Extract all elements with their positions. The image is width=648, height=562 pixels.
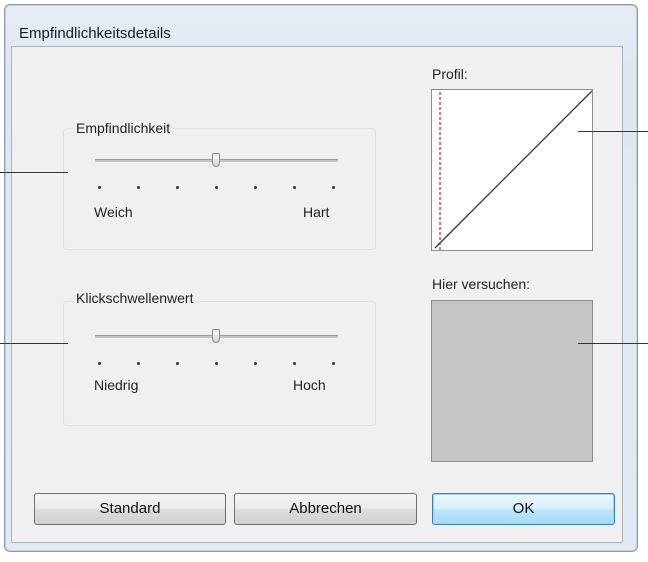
profile-graph: [431, 89, 593, 251]
sensitivity-callout-line: [0, 172, 68, 173]
profile-curve: [434, 90, 593, 249]
profile-curve-svg: [434, 90, 593, 250]
click-threshold-group: [63, 301, 376, 426]
sensitivity-tick: [293, 186, 296, 189]
ok-button[interactable]: OK: [432, 493, 615, 525]
sensitivity-tick: [254, 186, 257, 189]
try-area-label: Hier versuchen:: [432, 276, 531, 292]
click-threshold-tick: [98, 362, 101, 365]
window-title: Empfindlichkeitsdetails: [19, 25, 171, 42]
sensitivity-tick: [332, 186, 335, 189]
try-area-callout-line: [578, 343, 648, 344]
click-threshold-label: Klickschwellenwert: [74, 290, 196, 306]
profile-callout-line: [578, 131, 648, 132]
click-threshold-tick: [293, 362, 296, 365]
sensitivity-tick: [98, 186, 101, 189]
click-threshold-tick: [215, 362, 218, 365]
click-threshold-slider-thumb[interactable]: [212, 329, 220, 343]
sensitivity-slider-thumb[interactable]: [212, 153, 220, 167]
standard-button[interactable]: Standard: [34, 493, 226, 525]
sensitivity-min-label: Weich: [94, 204, 133, 220]
sensitivity-label: Empfindlichkeit: [74, 120, 173, 136]
sensitivity-max-label: Hart: [303, 204, 330, 220]
click-threshold-tick: [332, 362, 335, 365]
sensitivity-tick: [176, 186, 179, 189]
click-threshold-tick: [137, 362, 140, 365]
sensitivity-tick: [215, 186, 218, 189]
sensitivity-group: [63, 128, 376, 250]
try-here-area[interactable]: [431, 300, 593, 462]
cancel-button[interactable]: Abbrechen: [234, 493, 417, 525]
click-threshold-min-label: Niedrig: [94, 377, 139, 393]
click-threshold-max-label: Hoch: [293, 377, 326, 393]
profile-label: Profil:: [432, 66, 468, 82]
click-threshold-callout-line: [0, 343, 68, 344]
click-threshold-tick: [176, 362, 179, 365]
click-threshold-tick: [254, 362, 257, 365]
sensitivity-tick: [137, 186, 140, 189]
